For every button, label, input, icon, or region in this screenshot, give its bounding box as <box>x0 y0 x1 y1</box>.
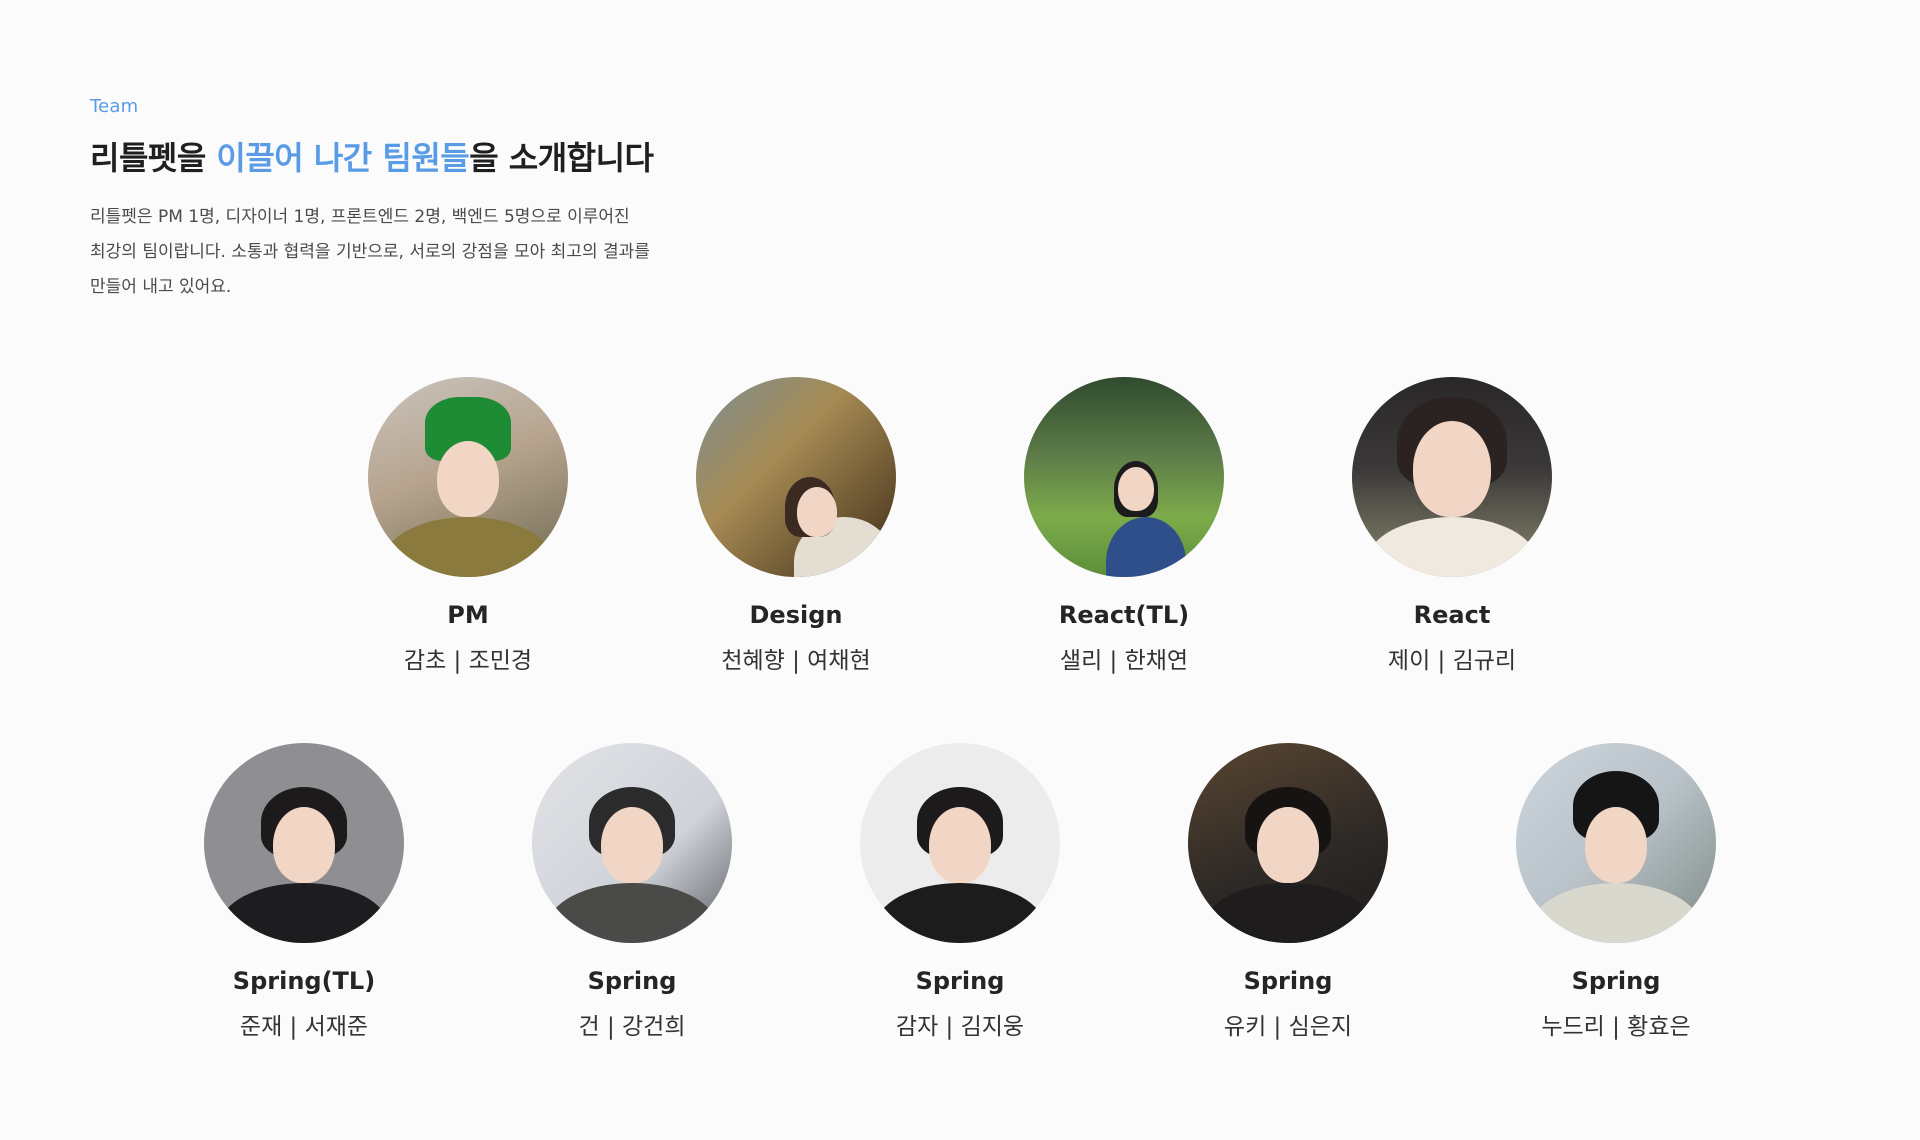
member-role: Spring <box>1571 967 1661 995</box>
member-name: 천혜향 | 여채현 <box>721 648 871 674</box>
member-role: Spring <box>915 967 1005 995</box>
member-name: 감자 | 김지웅 <box>895 1014 1025 1040</box>
member-photo <box>1188 743 1388 943</box>
member-role: Spring(TL) <box>232 967 376 995</box>
member-name: 건 | 강건희 <box>578 1014 686 1040</box>
member-name: 준재 | 서재준 <box>239 1014 369 1040</box>
member-card: Design 천혜향 | 여채현 <box>696 377 896 675</box>
member-photo <box>532 743 732 943</box>
member-card: Spring 감자 | 김지웅 <box>860 743 1060 1041</box>
member-photo <box>368 377 568 577</box>
section-headline: 리틀펫을 이끌어 나간 팀원들을 소개합니다 <box>90 137 730 180</box>
section-eyebrow: Team <box>90 96 139 117</box>
section-description: 리틀펫은 PM 1명, 디자이너 1명, 프론트엔드 2명, 백엔드 5명으로 … <box>90 207 650 298</box>
member-photo <box>1352 377 1552 577</box>
headline-pre: 리틀펫을 <box>90 139 217 177</box>
member-name: 누드리 | 황효은 <box>1541 1014 1691 1040</box>
member-photo <box>204 743 404 943</box>
member-photo <box>860 743 1060 943</box>
member-name: 샐리 | 한채연 <box>1059 648 1189 674</box>
headline-accent: 이끌어 나간 팀원들 <box>216 139 470 177</box>
member-name: 감초 | 조민경 <box>403 648 533 674</box>
member-photo <box>1024 377 1224 577</box>
member-card: Spring 누드리 | 황효은 <box>1516 743 1716 1041</box>
member-photo <box>1516 743 1716 943</box>
member-card: Spring 건 | 강건희 <box>532 743 732 1041</box>
member-card: React 제이 | 김규리 <box>1352 377 1552 675</box>
member-photo <box>696 377 896 577</box>
team-intro: Team 리틀펫을 이끌어 나간 팀원들을 소개합니다 리틀펫은 PM 1명, … <box>90 96 730 305</box>
member-role: React(TL) <box>1058 601 1190 629</box>
headline-post: 을 소개합니다 <box>469 139 654 177</box>
member-card: PM 감초 | 조민경 <box>368 377 568 675</box>
member-role: Spring <box>1243 967 1333 995</box>
member-name: 유키 | 심은지 <box>1223 1014 1353 1040</box>
member-card: Spring(TL) 준재 | 서재준 <box>204 743 404 1041</box>
team-row-2: Spring(TL) 준재 | 서재준 Spring 건 | 강건희 Sprin… <box>0 743 1920 1041</box>
member-role: Spring <box>587 967 677 995</box>
member-card: Spring 유키 | 심은지 <box>1188 743 1388 1041</box>
member-role: PM <box>447 601 489 629</box>
member-role: Design <box>749 601 843 629</box>
member-name: 제이 | 김규리 <box>1387 648 1517 674</box>
team-row-1: PM 감초 | 조민경 Design 천혜향 | 여채현 React(TL) 샐… <box>0 377 1920 675</box>
member-role: React <box>1413 601 1491 629</box>
member-card: React(TL) 샐리 | 한채연 <box>1024 377 1224 675</box>
